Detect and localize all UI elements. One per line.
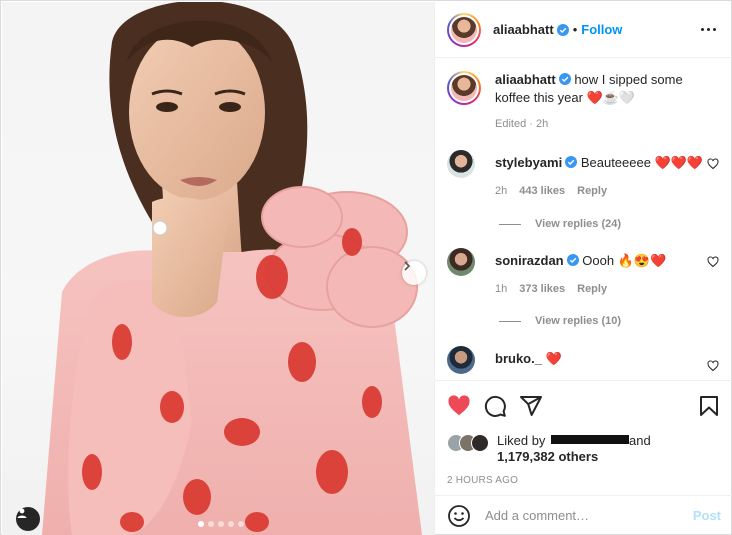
verified-badge-icon [566,254,579,266]
add-comment-bar: Post [435,495,732,535]
carousel-dot [218,521,224,527]
commenter-username[interactable]: bruko._ [495,351,542,366]
comment-bubble-icon [484,395,506,417]
comment-time: 1h [495,283,508,295]
portrait-illustration [42,2,422,535]
comment-input[interactable] [485,508,693,523]
comment-text: Oooh 🔥😍❤️ [582,253,667,268]
commenter-avatar[interactable] [447,150,475,178]
comment-likes[interactable]: 373 likes [519,280,565,298]
caption-username[interactable]: aliaabhatt [495,72,556,87]
post-time-ago[interactable]: 2 HOURS AGO [447,475,721,486]
comment-text: ❤️ [545,351,562,366]
like-button[interactable] [447,394,471,418]
like-comment-icon[interactable] [707,158,719,170]
like-comment-icon[interactable] [707,256,719,268]
save-button[interactable] [697,394,721,418]
comment-text: Beauteeeee ❤️❤️❤️ [580,155,704,170]
heart-filled-icon [448,395,470,416]
comment-button[interactable] [483,394,507,418]
paper-plane-icon [520,396,542,416]
user-tag-button[interactable] [16,507,40,531]
liked-by-and: and [629,433,651,448]
caption-author-avatar[interactable] [447,71,481,105]
liker-avatars[interactable] [447,434,491,452]
post-actions: Liked by and 1,179,382 others 2 HOURS AG… [435,380,732,495]
commenter-avatar[interactable] [447,248,475,276]
redacted-username [551,435,630,444]
post-photo[interactable] [2,2,434,535]
reply-button[interactable]: Reply [577,280,607,298]
author-username[interactable]: aliaabhatt [493,22,554,37]
verified-badge-icon [558,73,571,85]
comment-item: bruko._ ❤️ [447,346,729,374]
comment-item: stylebyami Beauteeeee ❤️❤️❤️ 2h 443 like… [447,150,729,200]
comment-time: 2h [495,185,508,197]
comments-list[interactable]: aliaabhatt how I sipped some koffee this… [435,59,732,380]
chevron-right-icon [404,261,411,271]
liked-by-prefix: Liked by [497,433,546,448]
follow-button[interactable]: Follow [581,22,622,37]
commenter-username[interactable]: sonirazdan [495,253,564,268]
verified-badge-icon [565,156,578,168]
next-photo-button[interactable] [402,261,426,285]
comment-likes[interactable]: 443 likes [519,182,565,200]
carousel-dot [198,521,204,527]
post-caption: aliaabhatt how I sipped some koffee this… [435,59,732,133]
separator-dot: • [572,22,578,37]
emoji-button[interactable] [447,504,471,528]
author-avatar[interactable] [447,12,481,47]
bookmark-icon [700,396,718,416]
like-comment-icon[interactable] [707,360,719,372]
carousel-dot [238,521,244,527]
view-replies-label: View replies (10) [535,315,622,327]
post-comment-button[interactable]: Post [693,508,721,523]
post-modal: aliaabhatt • Follow aliaabhatt how I sip… [0,0,732,535]
post-side-panel: aliaabhatt • Follow aliaabhatt how I sip… [434,2,732,535]
verified-badge-icon [556,23,569,36]
share-button[interactable] [519,394,543,418]
commenter-avatar[interactable] [447,346,475,374]
view-replies-button[interactable]: View replies (24) [499,218,621,230]
smiley-icon [448,504,470,527]
likes-count[interactable]: 1,179,382 others [497,449,598,464]
commenter-username[interactable]: stylebyami [495,155,562,170]
user-tag-icon [17,508,27,518]
view-replies-label: View replies (24) [535,218,622,230]
caption-edited-time: Edited · 2h [495,118,549,130]
more-horizontal-icon [701,28,704,31]
post-header: aliaabhatt • Follow [435,2,732,58]
liked-by-section: Liked by and 1,179,382 others [447,433,721,465]
comment-item: sonirazdan Oooh 🔥😍❤️ 1h 373 likes Reply [447,248,729,298]
view-replies-button[interactable]: View replies (10) [499,315,621,327]
more-options-button[interactable] [697,24,720,35]
carousel-dot [228,521,234,527]
reply-button[interactable]: Reply [577,182,607,200]
carousel-indicator [198,521,244,527]
carousel-dot [208,521,214,527]
